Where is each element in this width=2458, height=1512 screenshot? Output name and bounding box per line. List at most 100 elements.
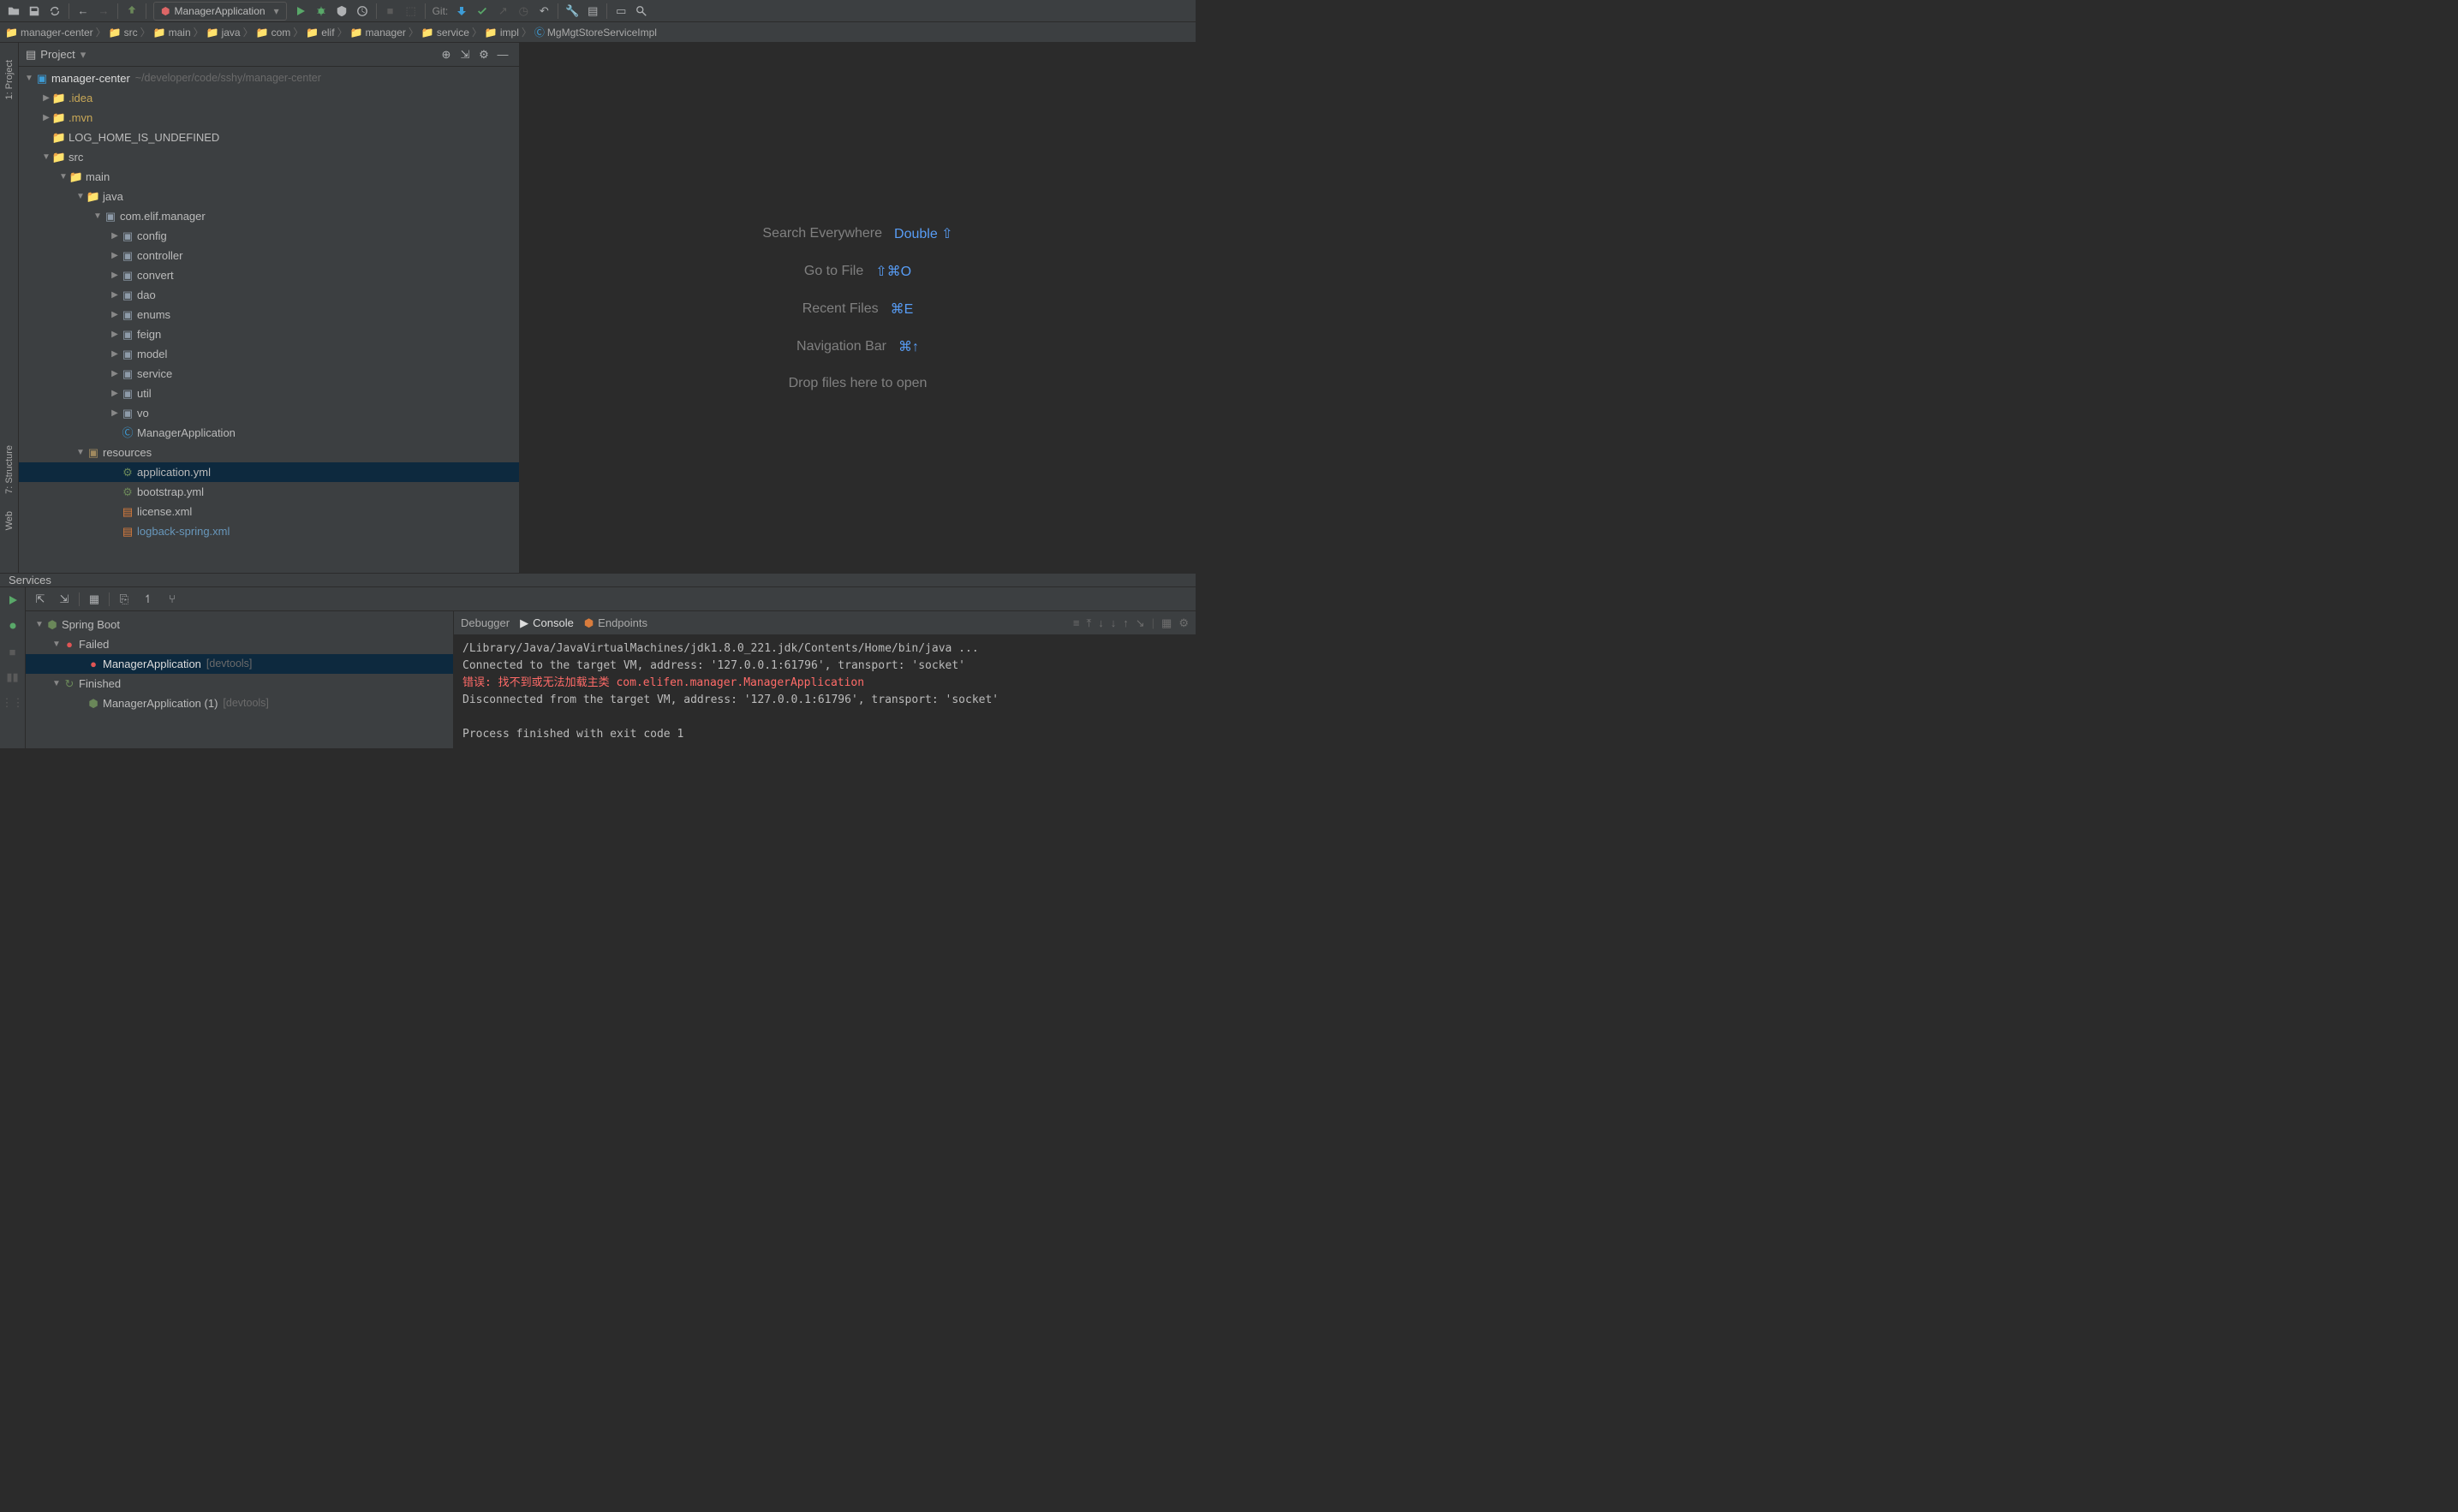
tree-item[interactable]: ▶▣util <box>19 384 519 403</box>
breadcrumb-item[interactable]: 📁manager-center <box>5 27 93 39</box>
tree-item[interactable]: ▶▣config <box>19 226 519 246</box>
breadcrumb-item[interactable]: 📁com <box>256 27 291 39</box>
module-icon: ▣ <box>34 68 50 88</box>
tree-item[interactable]: ▶📁.idea <box>19 88 519 108</box>
stop-icon[interactable]: ■ <box>380 2 401 21</box>
project-tree[interactable]: ▼▣ manager-center ~/developer/code/sshy/… <box>19 67 519 573</box>
forward-icon[interactable]: → <box>93 2 114 21</box>
debug-icon[interactable] <box>3 616 22 635</box>
panel-title[interactable]: ▤ Project ▾ <box>26 48 437 62</box>
console-output[interactable]: /Library/Java/JavaVirtualMachines/jdk1.8… <box>454 635 1196 748</box>
settings-icon[interactable]: ⚙ <box>1178 616 1189 630</box>
breadcrumb-item[interactable]: 📁java <box>206 27 241 39</box>
tab-web[interactable]: Web <box>4 511 15 530</box>
tree-item[interactable]: ▼⬢Spring Boot <box>26 615 453 634</box>
tree-item[interactable]: ▶▣controller <box>19 246 519 265</box>
git-commit-icon[interactable] <box>472 2 492 21</box>
tree-item-selected[interactable]: ●ManagerApplication[devtools] <box>26 654 453 674</box>
tree-item[interactable]: ▤logback-spring.xml <box>19 521 519 541</box>
tree-item[interactable]: ▼↻Finished <box>26 674 453 693</box>
up2-icon[interactable]: ↑ <box>1123 616 1129 630</box>
breadcrumb-item[interactable]: 📁service <box>421 27 469 39</box>
tree-item[interactable]: ▶▣dao <box>19 285 519 305</box>
locate-icon[interactable]: ⊕ <box>437 45 456 64</box>
tab-structure[interactable]: 7: Structure <box>4 445 15 494</box>
tree-item[interactable]: ▼📁src <box>19 147 519 167</box>
folder-icon: 📁 <box>109 27 122 39</box>
run-icon[interactable] <box>3 591 22 610</box>
tree-item[interactable]: ▶▣vo <box>19 403 519 423</box>
tree-item[interactable]: ▶📁.mvn <box>19 108 519 128</box>
breadcrumb-item[interactable]: ⒸMgMgtStoreServiceImpl <box>534 25 657 39</box>
run-icon[interactable] <box>290 2 311 21</box>
up-icon[interactable]: ↿ <box>139 590 158 609</box>
git-history-icon[interactable]: ◷ <box>513 2 534 21</box>
scroll-icon[interactable]: ⤒ <box>1087 616 1092 630</box>
tree-item[interactable]: ▼●Failed <box>26 634 453 654</box>
presentation-icon[interactable]: ▭ <box>611 2 631 21</box>
coverage-icon[interactable] <box>331 2 352 21</box>
run-config-selector[interactable]: ⬢ ManagerApplication ▾ <box>153 2 287 21</box>
sync-icon[interactable] <box>45 2 65 21</box>
tree-item[interactable]: ▼📁main <box>19 167 519 187</box>
grid-icon[interactable]: ▦ <box>1161 616 1172 630</box>
breadcrumb-item[interactable]: 📁impl <box>485 27 519 39</box>
branch-icon[interactable]: ⑂ <box>163 590 182 609</box>
filter-icon[interactable]: ⎘ <box>115 590 134 609</box>
breadcrumb-item[interactable]: 📁manager <box>350 27 406 39</box>
more-icon[interactable]: ⋮⋮ <box>3 693 22 712</box>
tab-endpoints[interactable]: ⬢Endpoints <box>584 616 647 630</box>
git-rollback-icon[interactable]: ↶ <box>534 2 554 21</box>
gear-icon[interactable]: ⚙ <box>474 45 493 64</box>
back-icon[interactable]: ← <box>73 2 93 21</box>
breadcrumb-item[interactable]: 📁src <box>109 27 138 39</box>
tree-item[interactable]: ⬢ManagerApplication (1)[devtools] <box>26 693 453 713</box>
breadcrumb-item[interactable]: 📁elif <box>306 27 334 39</box>
folder-icon: 📁 <box>153 27 166 39</box>
tree-item-selected[interactable]: ⚙application.yml <box>19 462 519 482</box>
services-tree[interactable]: ▼⬢Spring Boot ▼●Failed ●ManagerApplicati… <box>26 611 454 748</box>
tree-item[interactable]: ▶▣feign <box>19 324 519 344</box>
wrap-icon[interactable]: ≡ <box>1073 616 1080 630</box>
open-icon[interactable] <box>3 2 24 21</box>
tree-item[interactable]: ⚙bootstrap.yml <box>19 482 519 502</box>
structure-icon[interactable]: ▤ <box>582 2 603 21</box>
git-push-icon[interactable]: ↗ <box>492 2 513 21</box>
expand-icon[interactable]: ⇲ <box>456 45 474 64</box>
export-icon[interactable]: ↘ <box>1136 616 1145 630</box>
tab-console[interactable]: ▶Console <box>520 616 574 630</box>
tree-item[interactable]: ⒸManagerApplication <box>19 423 519 443</box>
tree-item[interactable]: ▶▣model <box>19 344 519 364</box>
breadcrumb-item[interactable]: 📁main <box>153 27 191 39</box>
tree-item[interactable]: ▼▣com.elif.manager <box>19 206 519 226</box>
save-icon[interactable] <box>24 2 45 21</box>
debug-icon[interactable] <box>311 2 331 21</box>
tree-item[interactable]: ▶▣enums <box>19 305 519 324</box>
tab-project[interactable]: 1: Project <box>4 60 15 99</box>
down2-icon[interactable]: ↓ <box>1111 616 1117 630</box>
profile-icon[interactable] <box>352 2 373 21</box>
group-icon[interactable]: ▦ <box>85 590 104 609</box>
tree-item[interactable]: ▶▣convert <box>19 265 519 285</box>
build-icon[interactable] <box>122 2 142 21</box>
hint-search-everywhere: Search EverywhereDouble ⇧ <box>762 225 952 242</box>
tree-root[interactable]: ▼▣ manager-center ~/developer/code/sshy/… <box>19 68 519 88</box>
hide-icon[interactable]: — <box>493 45 512 64</box>
tab-debugger[interactable]: Debugger <box>461 616 510 629</box>
expand-all-icon[interactable]: ⇱ <box>31 590 50 609</box>
tree-item[interactable]: 📁LOG_HOME_IS_UNDEFINED <box>19 128 519 147</box>
search-icon[interactable] <box>631 2 652 21</box>
tree-item[interactable]: ▼▣resources <box>19 443 519 462</box>
stop-icon[interactable]: ■ <box>3 642 22 661</box>
settings-icon[interactable]: 🔧 <box>562 2 582 21</box>
tree-item[interactable]: ▶▣service <box>19 364 519 384</box>
spring-icon: ⬢ <box>86 693 101 713</box>
tree-item[interactable]: ▤license.xml <box>19 502 519 521</box>
collapse-all-icon[interactable]: ⇲ <box>55 590 74 609</box>
tree-item[interactable]: ▼📁java <box>19 187 519 206</box>
pause-icon[interactable]: ▮▮ <box>3 668 22 687</box>
attach-icon[interactable]: ⬚ <box>401 2 421 21</box>
down1-icon[interactable]: ↓ <box>1098 616 1104 630</box>
git-update-icon[interactable] <box>451 2 472 21</box>
package-icon: ▣ <box>120 226 135 246</box>
